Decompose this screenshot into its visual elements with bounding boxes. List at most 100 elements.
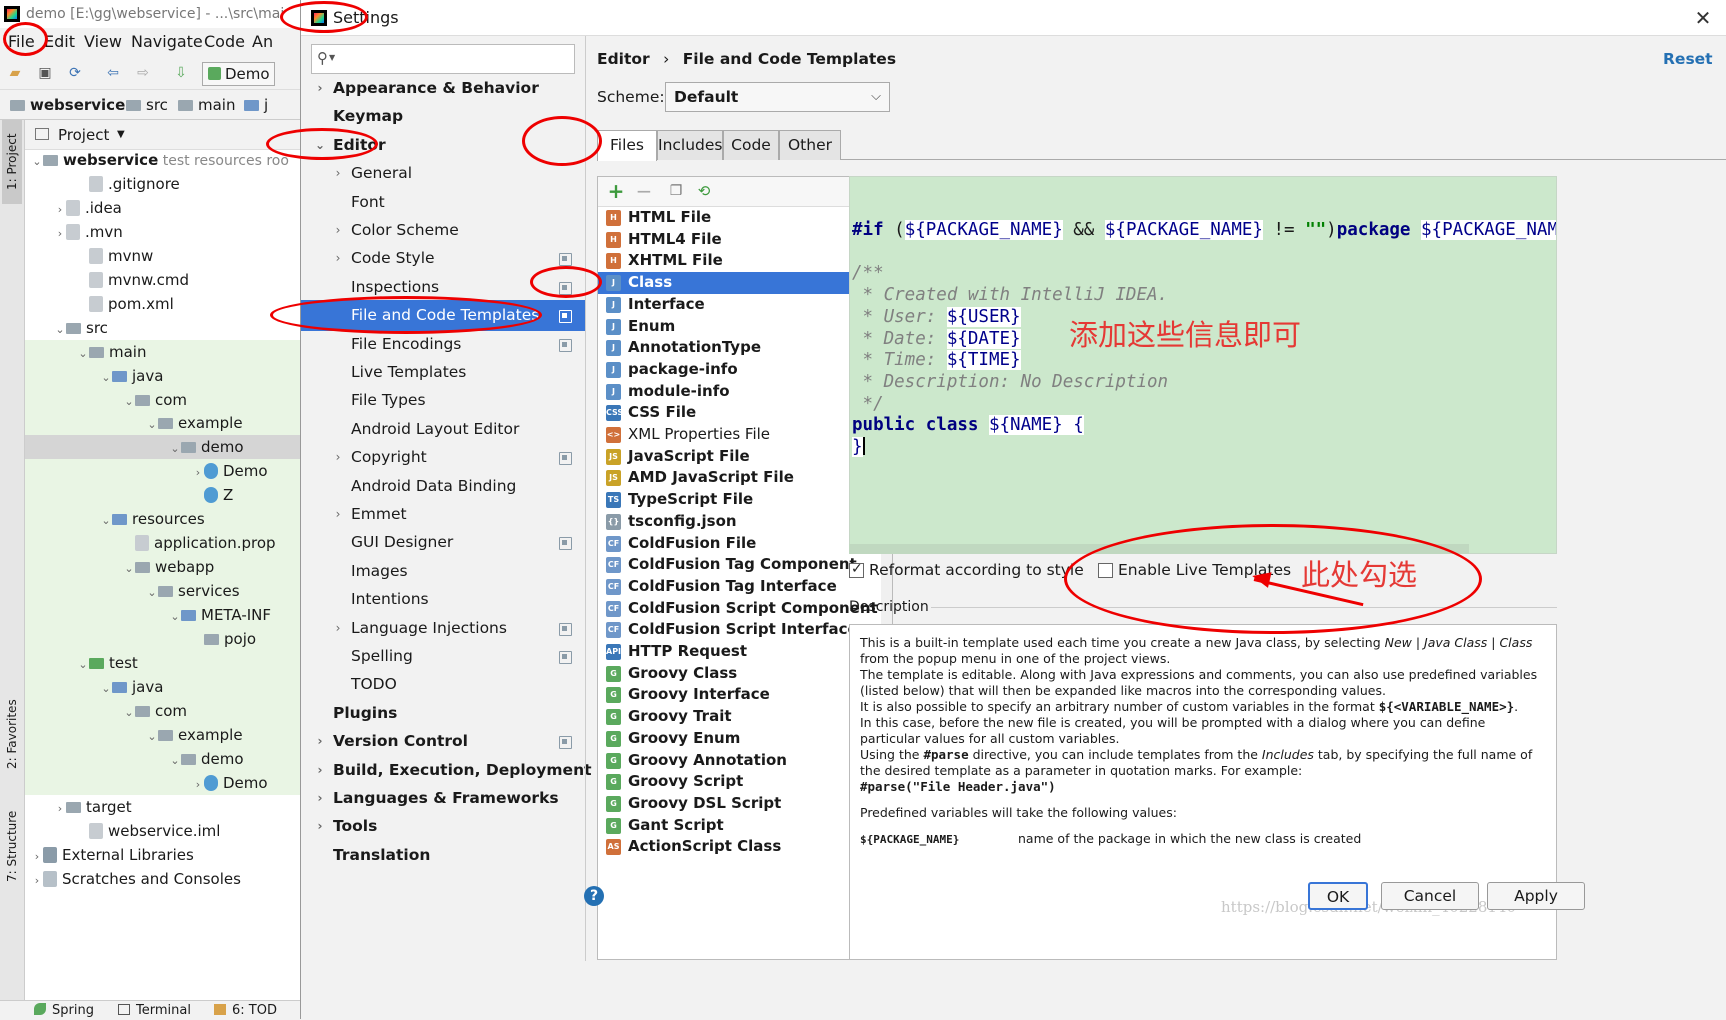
chevron-right-icon[interactable]: › — [331, 215, 345, 246]
tree-item[interactable]: ⌄ webservice test resources roo — [25, 150, 300, 172]
tree-item[interactable]: › External Libraries — [25, 843, 300, 867]
template-item[interactable]: Jpackage-info — [598, 359, 881, 381]
copy-icon[interactable]: ❐ — [666, 181, 686, 201]
remove-icon[interactable]: − — [634, 181, 654, 201]
chevron-right-icon[interactable]: › — [31, 869, 43, 893]
nav-item-color-scheme[interactable]: › Color Scheme — [301, 215, 585, 246]
tab-files[interactable]: Files — [597, 130, 657, 161]
nav-item-todo[interactable]: TODO — [301, 669, 585, 700]
chevron-down-icon[interactable]: ⌄ — [169, 437, 181, 461]
add-icon[interactable]: + — [606, 181, 626, 201]
template-item[interactable]: G Groovy DSL Script — [598, 793, 881, 815]
nav-item-live-templates[interactable]: Live Templates — [301, 357, 585, 388]
tree-item[interactable]: ⌄ example — [25, 722, 300, 747]
tree-item[interactable]: ⌄ main — [25, 339, 300, 366]
template-item[interactable]: J AnnotationType — [598, 337, 881, 359]
tree-item[interactable]: ⌄ test — [25, 650, 300, 675]
breadcrumb-java[interactable]: j — [244, 95, 268, 115]
nav-item-language-injections[interactable]: › Language Injections — [301, 613, 585, 644]
tree-item[interactable]: ⌄ java — [25, 363, 300, 388]
ok-button[interactable]: OK — [1308, 882, 1368, 910]
back-icon[interactable]: ⇦ — [104, 65, 122, 81]
chevron-down-icon[interactable]: ⌄ — [77, 342, 89, 366]
template-item[interactable]: H HTML4 File — [598, 229, 881, 251]
chevron-right-icon[interactable]: › — [313, 73, 327, 104]
menu-view[interactable]: View — [84, 32, 122, 52]
chevron-right-icon[interactable]: › — [313, 726, 327, 757]
template-item[interactable]: J Class — [598, 272, 881, 294]
nav-item-plugins[interactable]: Plugins — [301, 698, 585, 729]
tree-item[interactable]: › .idea — [25, 196, 300, 220]
chevron-down-icon[interactable]: ⌄ — [146, 581, 158, 605]
build-icon[interactable]: ⇩ — [172, 65, 190, 81]
template-item[interactable]: CSS CSS File — [598, 402, 881, 424]
chevron-down-icon[interactable]: ▼ — [117, 125, 125, 145]
template-item[interactable]: H HTML File — [598, 207, 881, 229]
nav-item-images[interactable]: Images — [301, 556, 585, 587]
scheme-select[interactable]: Default ⌵ — [665, 82, 890, 112]
nav-item-font[interactable]: Font — [301, 187, 585, 218]
template-item[interactable]: G Groovy Annotation — [598, 750, 881, 772]
template-item[interactable]: G Groovy Class — [598, 663, 881, 685]
tree-item[interactable]: ⌄ webapp — [25, 555, 300, 580]
breadcrumb-main[interactable]: main — [178, 95, 235, 115]
tree-item[interactable]: ⌄ src — [25, 316, 300, 340]
template-item[interactable]: J Interface — [598, 294, 881, 316]
open-folder-icon[interactable]: ▰ — [6, 65, 24, 81]
tree-item[interactable]: ⌄ demo — [25, 435, 300, 461]
template-item[interactable]: Jmodule-info — [598, 381, 881, 403]
template-item[interactable]: CF ColdFusion Tag Interface — [598, 576, 881, 598]
tree-item[interactable]: webservice.iml — [25, 819, 300, 843]
nav-item-appearance-behavior[interactable]: › Appearance & Behavior — [301, 73, 585, 104]
tree-item[interactable]: application.prop — [25, 531, 300, 556]
menu-code[interactable]: Code — [204, 32, 245, 52]
tree-item[interactable]: ⌄ com — [25, 387, 300, 412]
nav-item-build-execution-deployment[interactable]: › Build, Execution, Deployment — [301, 755, 592, 786]
template-item[interactable]: JS JavaScript File — [598, 446, 881, 468]
nav-item-emmet[interactable]: › Emmet — [301, 499, 585, 530]
template-item[interactable]: API HTTP Request — [598, 641, 881, 663]
tab-code[interactable]: Code — [723, 130, 779, 160]
template-item[interactable]: CF ColdFusion File — [598, 533, 881, 555]
chevron-right-icon[interactable]: › — [54, 797, 66, 821]
tree-item[interactable]: .gitignore — [25, 172, 300, 196]
chevron-down-icon[interactable]: ⌄ — [100, 677, 112, 701]
tree-item[interactable]: › target — [25, 795, 300, 819]
chevron-down-icon[interactable]: ⌄ — [31, 150, 43, 174]
template-item[interactable]: TS TypeScript File — [598, 489, 881, 511]
tab-includes[interactable]: Includes — [657, 130, 723, 160]
tree-item[interactable]: mvnw — [25, 244, 300, 268]
tree-item[interactable]: Z — [25, 483, 300, 508]
chevron-right-icon[interactable]: › — [313, 783, 327, 814]
chevron-down-icon[interactable]: ⌄ — [54, 318, 66, 342]
tree-item[interactable]: ⌄ example — [25, 411, 300, 437]
nav-item-android-layout-editor[interactable]: Android Layout Editor — [301, 414, 585, 445]
apply-button[interactable]: Apply — [1487, 882, 1585, 910]
reformat-checkbox[interactable] — [849, 561, 864, 578]
sync-icon[interactable]: ⟳ — [66, 65, 84, 81]
nav-item-spelling[interactable]: Spelling — [301, 641, 585, 672]
tree-item[interactable]: ⌄ META-INF — [25, 603, 300, 629]
help-button[interactable]: ? — [584, 886, 604, 906]
chevron-down-icon[interactable]: ⌄ — [169, 749, 181, 773]
tree-item[interactable]: › Demo — [25, 770, 300, 795]
menu-analyze[interactable]: An — [252, 32, 273, 52]
nav-item-translation[interactable]: Translation — [301, 840, 585, 871]
save-icon[interactable]: ▣ — [36, 65, 54, 81]
tree-item[interactable]: › .mvn — [25, 220, 300, 244]
chevron-right-icon[interactable]: › — [331, 243, 345, 274]
chevron-right-icon[interactable]: › — [331, 158, 345, 189]
chevron-down-icon[interactable]: ⌄ — [123, 701, 135, 725]
chevron-right-icon[interactable]: › — [54, 198, 66, 222]
template-item[interactable]: CF ColdFusion Tag Component — [598, 554, 881, 576]
project-view-selector[interactable]: Project — [58, 125, 109, 145]
chevron-down-icon[interactable]: ⌄ — [169, 605, 181, 629]
breadcrumb-webservice[interactable]: webservice — [10, 95, 125, 115]
tree-item[interactable]: pojo — [25, 627, 300, 651]
reset-link[interactable]: Reset — [1663, 48, 1713, 70]
breadcrumb-src[interactable]: src — [126, 95, 168, 115]
tree-item[interactable]: ⌄ demo — [25, 746, 300, 773]
chevron-right-icon[interactable]: › — [313, 755, 327, 786]
template-item[interactable]: G Gant Script — [598, 815, 881, 837]
chevron-down-icon[interactable]: ⌄ — [146, 413, 158, 437]
